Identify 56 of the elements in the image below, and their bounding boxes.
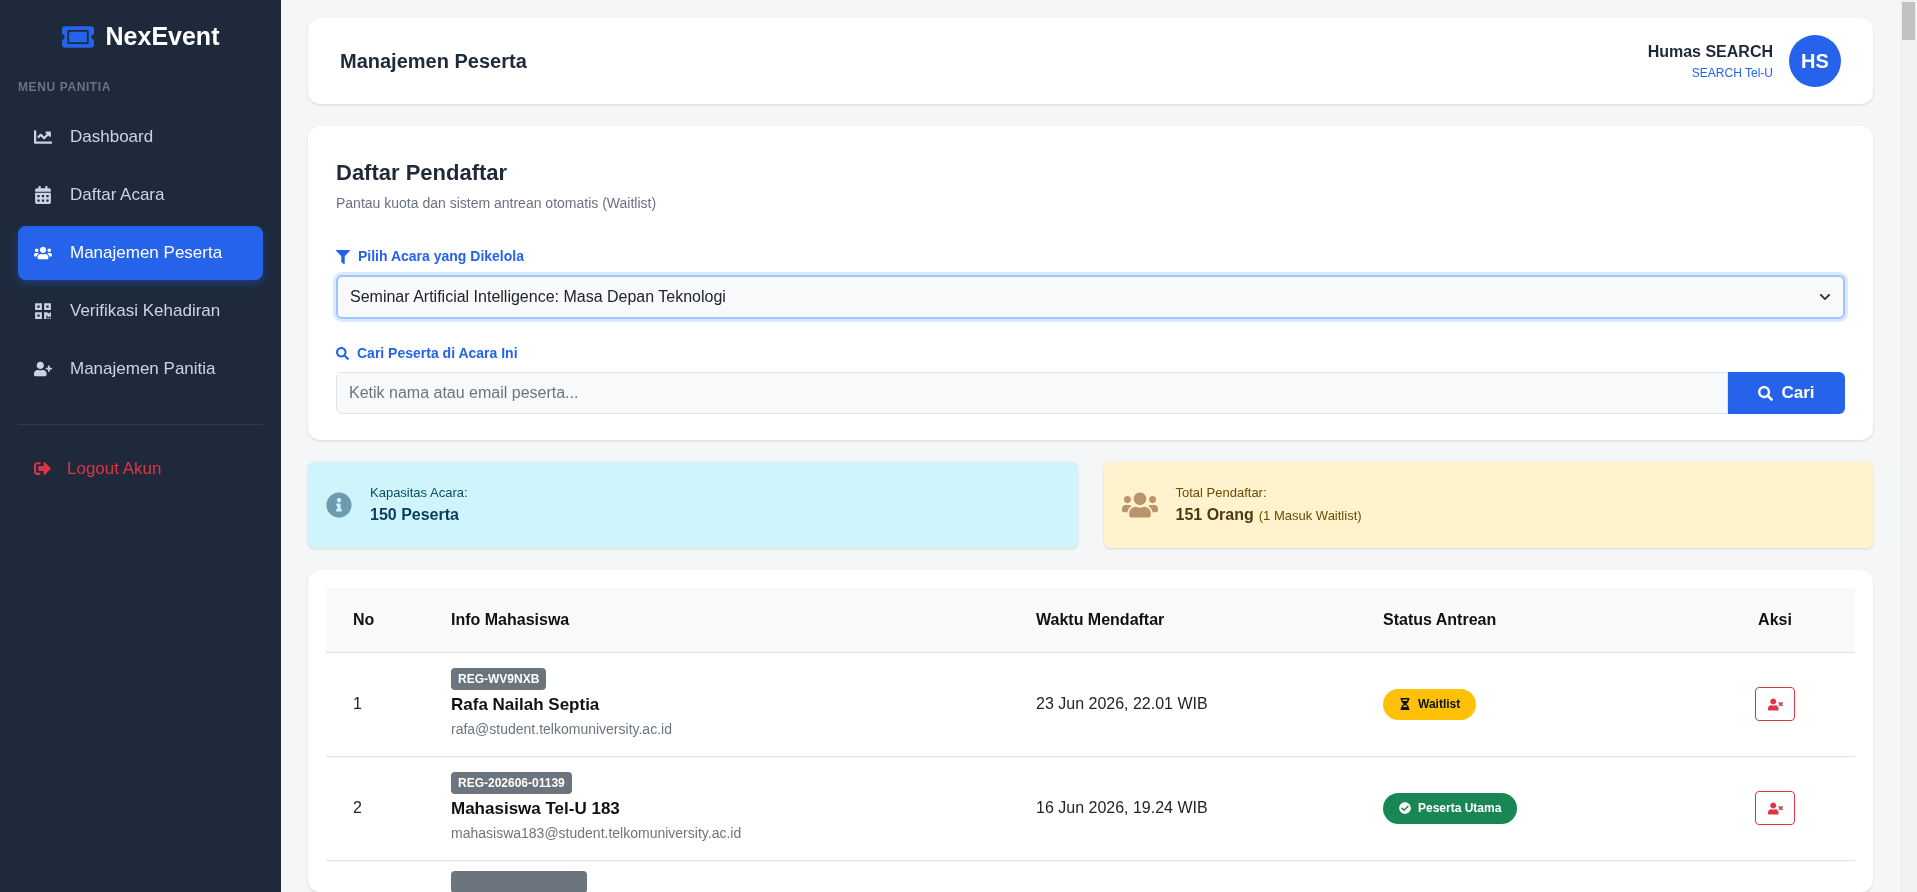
- search-icon: [1758, 385, 1774, 401]
- section-label: MENU PANITIA: [18, 78, 111, 96]
- nav-item[interactable]: Manajemen Panitia: [18, 341, 263, 396]
- user-remove-icon: [1767, 800, 1783, 816]
- calendar-icon: [34, 185, 52, 204]
- participant-email: rafa@student.telkomuniversity.ac.id: [451, 720, 672, 740]
- chevron-down-icon: [1819, 291, 1831, 303]
- nav-item[interactable]: Dashboard: [18, 109, 263, 164]
- column-header: No: [326, 588, 451, 652]
- nav-item[interactable]: Daftar Acara: [18, 167, 263, 222]
- registration-id-badge: REG-202606-01139: [451, 771, 572, 794]
- stat-value: 150 Peserta: [370, 504, 459, 525]
- table-cell: 23 Jun 2026, 22.01 WIB: [1036, 652, 1383, 756]
- column-header: Info Mahasiswa: [451, 588, 1036, 652]
- info-icon: [326, 492, 352, 518]
- remove-participant-button[interactable]: [1755, 687, 1795, 721]
- stat-label: Total Pendaftar:: [1175, 484, 1268, 503]
- participant-name: Mahasiswa Tel-U 183: [451, 797, 620, 820]
- user-avatar[interactable]: HS: [1789, 35, 1841, 87]
- field-label: Cari Peserta di Acara Ini: [357, 344, 518, 363]
- status-badge: Peserta Utama: [1383, 792, 1518, 824]
- registration-id-badge: REG-WV9NXB: [451, 667, 547, 690]
- hourglass-icon: [1399, 698, 1411, 710]
- stat-value: 151 Orang: [1175, 504, 1254, 525]
- column-header: Status Antrean: [1383, 588, 1715, 652]
- table-cell: 1: [326, 652, 451, 756]
- nav-item[interactable]: Manajemen Peserta: [18, 225, 263, 280]
- panel-subtitle: Pantau kuota dan sistem antrean otomatis (Waitlist): [336, 194, 657, 213]
- table-cell: 16 Jun 2026, 19.24 WIB: [1036, 756, 1383, 860]
- table-cell: 2: [326, 756, 451, 860]
- page-title: Manajemen Peserta: [340, 49, 527, 74]
- filter-icon: [336, 249, 350, 264]
- line-chart-icon: [34, 127, 52, 146]
- search-button[interactable]: Cari: [1728, 372, 1845, 414]
- panel-title: Daftar Pendaftar: [336, 159, 508, 187]
- brand-name: NexEvent: [105, 21, 220, 52]
- status-badge: Waitlist: [1383, 688, 1477, 720]
- remove-participant-button[interactable]: [1755, 791, 1795, 825]
- stat-label: Kapasitas Acara:: [370, 484, 468, 503]
- stat-note: (1 Masuk Waitlist): [1258, 506, 1362, 525]
- column-header: Waktu Mendaftar: [1036, 588, 1383, 652]
- logout-icon: [34, 460, 51, 477]
- scrollbar[interactable]: [1900, 0, 1917, 892]
- user-name: Humas SEARCH: [1647, 42, 1773, 62]
- user-plus-icon: [34, 359, 52, 378]
- column-header: Aksi: [1715, 588, 1855, 652]
- user-remove-icon: [1767, 696, 1783, 712]
- field-label: Pilih Acara yang Dikelola: [358, 247, 524, 266]
- search-field[interactable]: Ketik nama atau email peserta...: [336, 372, 1728, 414]
- participant-email: mahasiswa183@student.telkomuniversity.ac.id: [451, 824, 742, 844]
- search-icon: [336, 347, 349, 360]
- user-organization: SEARCH Tel-U: [1691, 65, 1773, 82]
- event-select[interactable]: Seminar Artificial Intelligence: Masa Depan Teknologi: [336, 275, 1845, 319]
- qr-code-icon: [34, 301, 52, 320]
- participant-name: Rafa Nailah Septia: [451, 693, 600, 716]
- nav-item[interactable]: Verifikasi Kehadiran: [18, 283, 263, 338]
